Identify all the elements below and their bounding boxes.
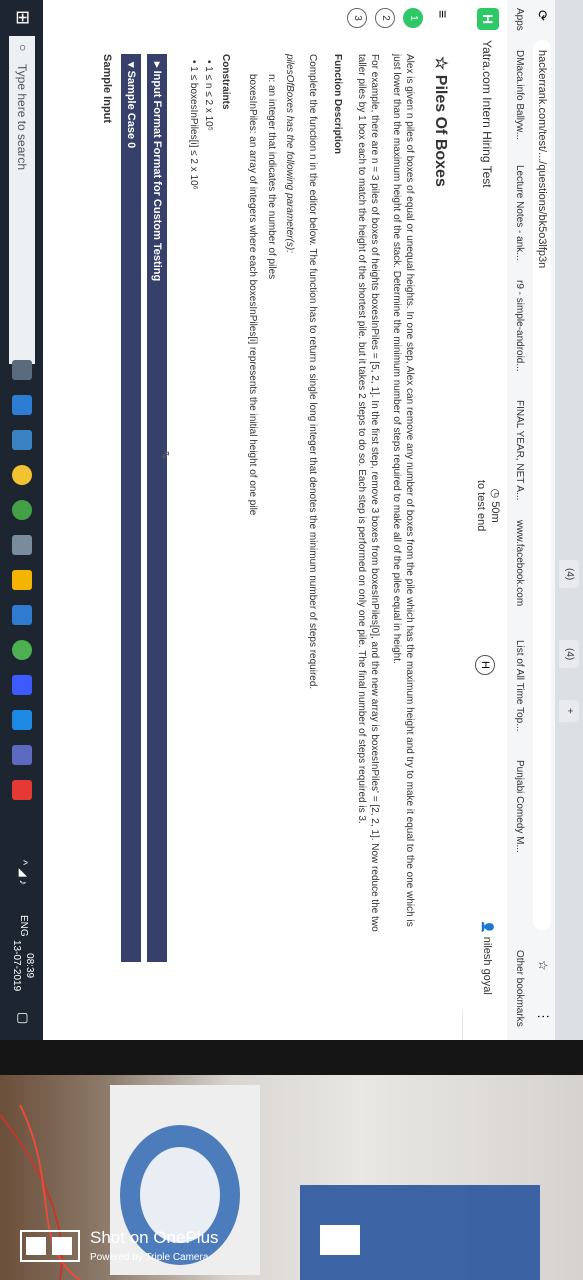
constraint-item: • 1 ≤ n ≤ 2 x 10⁵: [203, 60, 214, 131]
menu-icon[interactable]: ≡: [435, 10, 451, 18]
app-icon[interactable]: [12, 780, 32, 800]
parameter-text: n: an integer that indicates the number …: [266, 74, 277, 280]
bookmark-item[interactable]: www.facebook.com: [514, 520, 525, 606]
language-indicator[interactable]: ENG: [18, 915, 29, 937]
clock-icon: ◷: [489, 488, 501, 502]
monitor-bezel: [0, 1040, 583, 1080]
sample-case-toggle[interactable]: ▾ Sample Case 0: [121, 54, 141, 962]
question-1[interactable]: 1: [403, 8, 423, 28]
chrome-icon[interactable]: [12, 465, 32, 485]
constraints-heading: Constraints: [220, 54, 231, 110]
cursor-icon: ⇖: [159, 450, 173, 461]
app-icon[interactable]: [12, 675, 32, 695]
problem-text: pilesOfBoxes has the following parameter…: [284, 54, 295, 253]
camera-watermark: Shot on OnePlus Powered by Triple Camera: [20, 1228, 320, 1272]
star-icon[interactable]: ☆: [432, 56, 449, 75]
bookmark-apps[interactable]: Apps: [514, 8, 525, 31]
function-description-heading: Function Description: [332, 54, 343, 154]
windows-start-icon[interactable]: ⊞: [12, 10, 33, 25]
problem-text: For example, there are n = 3 piles of bo…: [369, 54, 380, 932]
bookmark-item[interactable]: r9 - simple-android...: [514, 280, 525, 372]
bookmark-item[interactable]: DMaca.info Ballyw...: [514, 50, 525, 140]
bookmark-item[interactable]: Lecture Notes - ank...: [514, 165, 525, 261]
address-bar[interactable]: hackerrank.com/test/.../questions/bk5o3l…: [533, 40, 551, 930]
problem-text: Complete the function n in the editor be…: [307, 54, 318, 690]
folder-icon[interactable]: [12, 570, 32, 590]
parameter-text: boxesInPiles: an array of integers where…: [247, 74, 258, 516]
menu-icon[interactable]: ⋮: [535, 1010, 551, 1023]
hackerrank-logo: H: [477, 8, 499, 30]
browser-tab[interactable]: (4): [559, 640, 579, 669]
problem-text: taller piles by 1 box each to match the …: [356, 54, 367, 824]
oneplus-logo: [20, 1230, 80, 1262]
store-icon[interactable]: [12, 395, 32, 415]
search-icon: ○: [16, 44, 30, 52]
watermark-subtitle: Powered by Triple Camera: [90, 1252, 209, 1263]
monitor-screen: (4) (4) + ⟳ hackerrank.com/test/.../ques…: [0, 0, 583, 1040]
test-name: Yatra.com Intern Hiring Test: [480, 40, 494, 188]
star-icon[interactable]: ☆: [536, 960, 550, 971]
problem-content: ☆ Piles Of Boxes Alex is given n piles o…: [43, 50, 463, 1010]
hackerrank-center-icon: H: [475, 655, 495, 675]
app-icon[interactable]: [12, 535, 32, 555]
timer-value: 50m: [489, 501, 501, 523]
problem-title: ☆ Piles Of Boxes: [432, 56, 449, 187]
mail-icon[interactable]: [12, 430, 32, 450]
photo-background: (4) (4) + ⟳ hackerrank.com/test/.../ques…: [0, 0, 583, 1280]
question-2[interactable]: 2: [375, 8, 395, 28]
user-icon: 👤: [481, 920, 493, 937]
app-icon[interactable]: [12, 605, 32, 625]
browser-tab-bar: (4) (4) +: [555, 0, 583, 1040]
bookmark-item[interactable]: FINAL YEAR, NET A...: [514, 400, 525, 500]
address-bar-row: ⟳ hackerrank.com/test/.../questions/bk5o…: [528, 0, 555, 1040]
bookmark-other[interactable]: Other bookmarks: [514, 950, 525, 1027]
app-icon[interactable]: [12, 745, 32, 765]
new-tab-button[interactable]: +: [559, 700, 579, 722]
windows-taskbar: ⊞ Type here to search ○ ^ ◢ ♪ ENG 08:39 1…: [0, 0, 43, 1040]
problem-text: Alex is given n piles of boxes of equal …: [404, 54, 415, 927]
notification-icon[interactable]: ▢: [15, 1012, 31, 1024]
browser-tab[interactable]: (4): [559, 560, 579, 589]
problem-text: just lower than the maximum height of th…: [391, 54, 402, 664]
sample-input-heading: Sample Input: [101, 54, 113, 124]
watermark-title: Shot on OnePlus: [90, 1228, 219, 1247]
reload-icon[interactable]: ⟳: [534, 10, 550, 21]
taskbar-clock[interactable]: 08:39 13-07-2019: [10, 940, 36, 991]
app-icon[interactable]: [12, 500, 32, 520]
question-3[interactable]: 3: [347, 8, 367, 28]
input-format-toggle[interactable]: ▸ Input Format Format for Custom Testing: [147, 54, 167, 962]
app-icon[interactable]: [12, 640, 32, 660]
bookmark-item[interactable]: List of All Time Top...: [514, 640, 525, 732]
test-header: H Yatra.com Intern Hiring Test ◷ 50m to …: [462, 0, 507, 1040]
task-view-icon[interactable]: [12, 360, 32, 380]
constraint-item: • 1 ≤ boxesInPiles[i] ≤ 2 x 10⁶: [188, 60, 199, 190]
test-timer: ◷ 50m to test end: [474, 480, 502, 531]
taskbar-search[interactable]: Type here to search: [9, 36, 35, 364]
logo-square: [26, 1237, 46, 1255]
bookmark-item[interactable]: Punjabi Comedy M...: [514, 760, 525, 853]
logo-square: [52, 1237, 72, 1255]
bookmarks-bar: Apps DMaca.info Ballyw... Lecture Notes …: [506, 0, 529, 1040]
system-tray-icons[interactable]: ^ ◢ ♪: [17, 860, 30, 885]
app-icon[interactable]: [12, 710, 32, 730]
user-menu[interactable]: 👤 nilesh goyal: [481, 920, 494, 995]
timer-label: to test end: [475, 480, 487, 532]
